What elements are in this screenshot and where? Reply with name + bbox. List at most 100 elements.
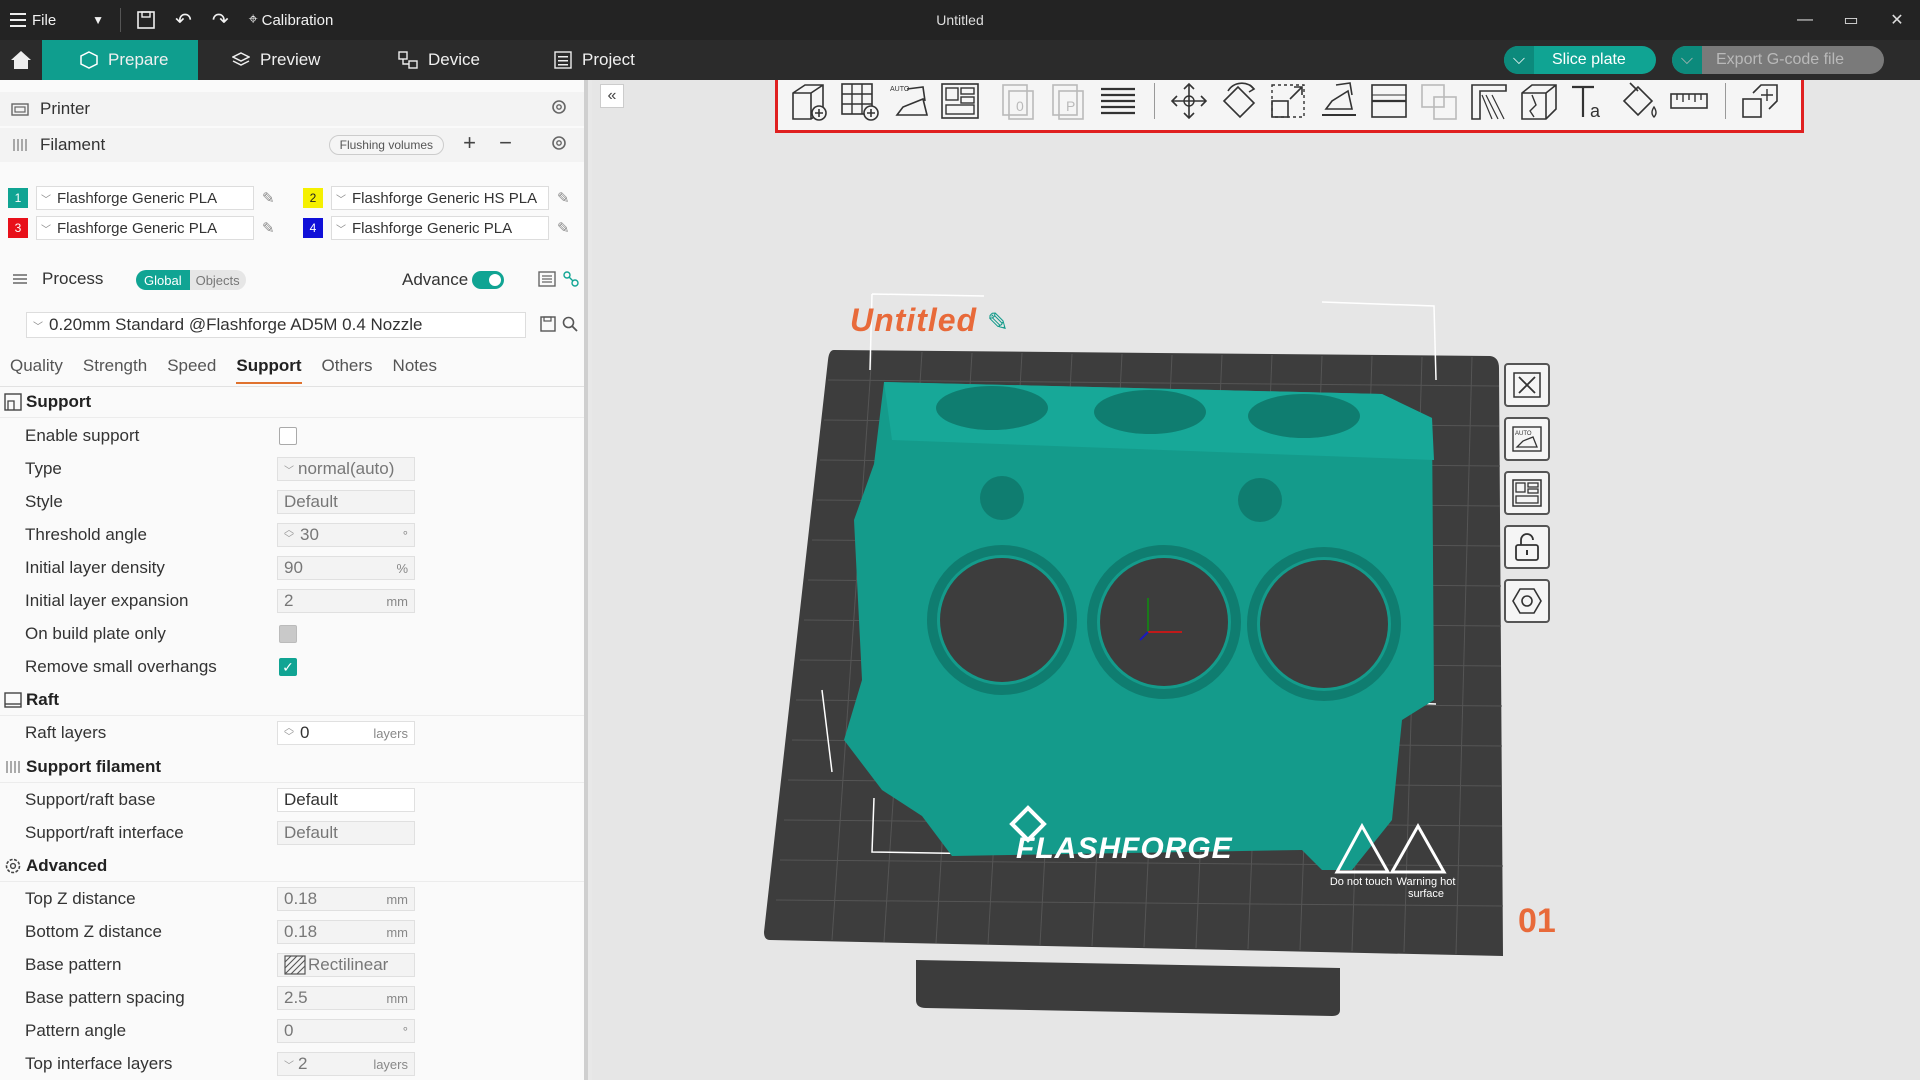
close-icon[interactable]: ✕ [1874, 0, 1920, 40]
plate-auto-orient-button[interactable]: AUTO [1504, 417, 1550, 461]
objects-option[interactable]: Objects [189, 270, 246, 290]
chevron-down-icon: ﹀ [284, 465, 294, 477]
tab-support[interactable]: Support [236, 356, 302, 384]
tab-others[interactable]: Others [322, 356, 373, 384]
tab-notes[interactable]: Notes [393, 356, 437, 384]
top-z-distance-input[interactable]: 0.18 mm [277, 887, 415, 911]
plate-arrange-button[interactable] [1504, 471, 1550, 515]
tab-preview[interactable]: Preview [198, 40, 368, 80]
object-name-label[interactable]: Untitled ✎ [850, 302, 1010, 339]
gear-icon[interactable] [550, 98, 568, 121]
file-menu[interactable]: File ▼ [0, 0, 114, 40]
rotate-button[interactable] [1217, 80, 1261, 123]
maximize-icon[interactable]: ▭ [1828, 0, 1874, 40]
copy-button[interactable]: 0 [996, 80, 1040, 123]
enable-support-checkbox[interactable] [279, 427, 297, 445]
build-plate-only-checkbox[interactable] [279, 625, 297, 643]
style-select[interactable]: Default [277, 490, 415, 514]
top-interface-layers-select[interactable]: ﹀ 2 layers [277, 1052, 415, 1076]
edit-icon[interactable]: ✎ [557, 189, 570, 207]
global-objects-switch[interactable]: Global Objects [136, 270, 246, 290]
tab-device[interactable]: Device [368, 40, 528, 80]
initial-layer-density-input[interactable]: 90% [277, 556, 415, 580]
plate-settings-button[interactable] [1504, 579, 1550, 623]
save-button[interactable] [127, 0, 165, 40]
paste-button[interactable]: P [1046, 80, 1090, 123]
plate-lock-button[interactable] [1504, 525, 1550, 569]
filament-number-badge[interactable]: 4 [303, 218, 323, 238]
printer-section-header[interactable]: Printer [0, 92, 584, 126]
filament-number-badge[interactable]: 2 [303, 188, 323, 208]
filament-number-badge[interactable]: 1 [8, 188, 28, 208]
base-pattern-spacing-input[interactable]: 2.5 mm [277, 986, 415, 1010]
layers-button[interactable] [1096, 80, 1140, 123]
add-object-button[interactable] [788, 80, 832, 123]
raft-layers-input[interactable]: ︿ ﹀ 0 layers [277, 721, 415, 745]
gear-icon[interactable] [550, 134, 568, 157]
spinner-icon[interactable]: ︿ ﹀ [284, 724, 294, 743]
chevron-down-icon[interactable]: ⌵ [1504, 46, 1534, 74]
global-option[interactable]: Global [136, 270, 190, 290]
tab-quality[interactable]: Quality [10, 356, 63, 384]
chevron-down-icon[interactable]: ▼ [92, 13, 104, 27]
home-button[interactable] [0, 40, 42, 80]
tab-strength[interactable]: Strength [83, 356, 147, 384]
bottom-z-distance-input[interactable]: 0.18 mm [277, 920, 415, 944]
save-preset-icon[interactable] [540, 316, 556, 337]
pattern-angle-input[interactable]: 0 ° [277, 1019, 415, 1043]
tab-project[interactable]: Project [528, 40, 665, 80]
redo-button[interactable]: ↷ [202, 0, 239, 40]
text-tool-button[interactable]: a [1567, 80, 1611, 123]
edit-icon[interactable]: ✎ [262, 219, 275, 237]
edit-icon[interactable]: ✎ [262, 189, 275, 207]
filament-select[interactable]: ﹀ Flashforge Generic PLA [36, 216, 254, 240]
filament-select[interactable]: ﹀ Flashforge Generic PLA [36, 186, 254, 210]
flushing-volumes-button[interactable]: Flushing volumes [328, 135, 444, 155]
undo-button[interactable]: ↶ [165, 0, 202, 40]
edit-icon[interactable]: ✎ [987, 307, 1010, 337]
filament-select[interactable]: ﹀ Flashforge Generic PLA [331, 216, 549, 240]
measure-button[interactable] [1667, 80, 1711, 123]
filament-name: Flashforge Generic PLA [352, 219, 513, 237]
remove-filament-icon[interactable]: − [499, 130, 512, 156]
spinner-icon[interactable]: ︿ ﹀ [284, 526, 294, 545]
move-button[interactable] [1167, 80, 1211, 123]
auto-orient-button[interactable]: AUTO [888, 80, 932, 123]
search-icon[interactable] [562, 316, 578, 337]
process-preset-select[interactable]: ﹀ 0.20mm Standard @Flashforge AD5M 0.4 N… [26, 312, 526, 338]
boolean-button[interactable] [1417, 80, 1461, 123]
arrange-button[interactable] [938, 80, 982, 123]
delete-plate-button[interactable] [1504, 363, 1550, 407]
divider [1154, 83, 1155, 119]
base-pattern-select[interactable]: Rectilinear [277, 953, 415, 977]
support-raft-interface-select[interactable]: Default [277, 821, 415, 845]
color-paint-button[interactable] [1617, 80, 1661, 123]
add-filament-icon[interactable]: + [463, 130, 476, 156]
chevron-down-icon[interactable]: ⌵ [1672, 46, 1702, 74]
scale-button[interactable] [1267, 80, 1311, 123]
type-select[interactable]: ﹀ normal(auto) [277, 457, 415, 481]
3d-viewport[interactable]: « Untitled ✎ FLASHFORGE Do not touch War… [592, 80, 1920, 1080]
lay-on-face-button[interactable] [1317, 80, 1361, 123]
seam-paint-button[interactable] [1517, 80, 1561, 123]
threshold-angle-input[interactable]: ︿ ﹀ 30 ° [277, 523, 415, 547]
advance-toggle[interactable] [472, 271, 504, 289]
edit-icon[interactable]: ✎ [557, 219, 570, 237]
filament-select[interactable]: ﹀ Flashforge Generic HS PLA [331, 186, 549, 210]
add-plate-button[interactable] [838, 80, 882, 123]
tab-prepare[interactable]: Prepare [42, 40, 198, 80]
support-paint-button[interactable] [1467, 80, 1511, 123]
remove-small-overhangs-checkbox[interactable]: ✓ [279, 658, 297, 676]
compare-icon[interactable] [562, 270, 580, 293]
export-gcode-button[interactable]: ⌵ Export G-code file [1672, 46, 1884, 74]
calibration-menu[interactable]: ⌖ Calibration [239, 0, 344, 40]
filament-number-badge[interactable]: 3 [8, 218, 28, 238]
assembly-view-button[interactable] [1738, 80, 1782, 123]
tab-speed[interactable]: Speed [167, 356, 216, 384]
minimize-icon[interactable]: — [1782, 0, 1828, 40]
support-raft-base-select[interactable]: Default [277, 788, 415, 812]
list-icon[interactable] [538, 270, 556, 293]
cut-button[interactable] [1367, 80, 1411, 123]
initial-layer-expansion-input[interactable]: 2 mm [277, 589, 415, 613]
slice-plate-button[interactable]: ⌵ Slice plate [1504, 46, 1656, 74]
